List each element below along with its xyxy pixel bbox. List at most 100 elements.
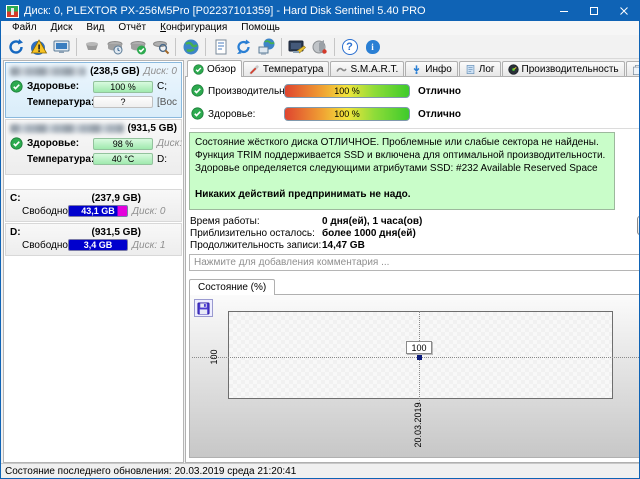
disk-number-label: Диск: 0 (144, 66, 177, 77)
menu-report[interactable]: Отчёт (111, 21, 153, 35)
display-settings-icon[interactable] (50, 36, 73, 58)
disk-self-test-icon[interactable] (126, 36, 149, 58)
health-label: Здоровье: (27, 138, 89, 149)
disk-letters: C; (157, 81, 167, 92)
performance-gauge-bar: 100 % (284, 84, 410, 98)
refresh-icon[interactable] (4, 36, 27, 58)
retest-button[interactable]: Повтор Теста (637, 216, 640, 235)
tab-smart[interactable]: S.M.A.R.T. (330, 61, 404, 76)
health-ok-icon (10, 137, 23, 150)
temperature-label: Температура: (27, 154, 89, 165)
partition-letter: D: (10, 227, 21, 238)
pages-icon (632, 64, 640, 75)
stat-value: более 1000 дня(ей) (322, 228, 416, 239)
online-icon[interactable] (179, 36, 202, 58)
menu-disk[interactable]: Диск (44, 21, 80, 35)
disk-capacity: (931,5 GB) (128, 123, 177, 134)
toolbar-separator (205, 38, 206, 56)
stat-label: Приблизительно осталось: (190, 228, 315, 239)
save-chart-button[interactable] (194, 299, 213, 317)
surface-test-icon[interactable] (149, 36, 172, 58)
sound-settings-icon[interactable] (308, 36, 331, 58)
smart-icon (336, 64, 347, 75)
gauge-icon (508, 64, 519, 75)
detect-disks-icon[interactable] (80, 36, 103, 58)
chart-tab-health[interactable]: Состояние (%) (189, 279, 275, 295)
screen-report-icon[interactable] (285, 36, 308, 58)
thermometer-icon (249, 64, 260, 75)
temperature-label: Температура: (27, 97, 89, 108)
toolbar-separator (76, 38, 77, 56)
maximize-button[interactable] (579, 1, 609, 21)
toolbar-separator (334, 38, 335, 56)
alerts-icon[interactable] (27, 36, 50, 58)
health-status: Отлично (418, 109, 461, 120)
data-point (417, 355, 422, 360)
about-icon[interactable]: i (361, 36, 384, 58)
free-label: Свободно (22, 206, 64, 217)
partition-item-d[interactable]: D: (931,5 GB) Свободно 3,4 GB Диск: 1 (5, 223, 182, 256)
status-message-box: Состояние жёсткого диска ОТЛИЧНОЕ. Пробл… (189, 132, 615, 210)
download-arrow-icon (411, 64, 422, 75)
minimize-button[interactable] (549, 1, 579, 21)
disk-number-label: Диск: 1 (132, 240, 165, 251)
tab-warnings[interactable]: Предупреждения (626, 61, 640, 76)
menu-file[interactable]: Файл (5, 21, 44, 35)
stat-value: 0 дня(ей), 1 часа(ов) (322, 216, 422, 227)
menu-view[interactable]: Вид (79, 21, 111, 35)
health-ok-icon (10, 80, 23, 93)
x-axis-tick: 20.03.2019 (413, 398, 425, 452)
disk-capacity: (238,5 GB) (90, 66, 139, 77)
disk-item-1[interactable]: (931,5 GB) Здоровье: 98 % Диск: 1 Темпер… (5, 119, 182, 175)
toolbar-separator (175, 38, 176, 56)
health-label: Здоровье: (27, 81, 89, 92)
health-bar: 98 % (93, 138, 153, 150)
tab-performance[interactable]: Производительность (502, 61, 625, 76)
tab-info[interactable]: Инфо (405, 61, 458, 76)
floppy-icon (197, 302, 210, 315)
comment-input[interactable] (189, 254, 640, 271)
tab-overview[interactable]: Обзор (187, 60, 242, 77)
disk-item-0[interactable]: (238,5 GB) Диск: 0 Здоровье: 100 % C; Те… (5, 62, 182, 118)
main-panel: Обзор Температура S.M.A.R.T. Инфо Лог (185, 60, 640, 463)
partition-capacity: (237,9 GB) (92, 193, 141, 204)
network-status-icon[interactable] (255, 36, 278, 58)
separator (190, 128, 640, 129)
help-icon[interactable]: ? (338, 36, 361, 58)
free-label: Свободно (22, 240, 64, 251)
message-line: Здоровье определяется следующими атрибут… (195, 162, 609, 175)
tab-bar: Обзор Температура S.M.A.R.T. Инфо Лог (185, 60, 640, 76)
check-icon (191, 84, 204, 97)
disk-number-label: Диск: 0 (132, 206, 165, 217)
scheduled-disk-test-icon[interactable] (103, 36, 126, 58)
disk-number-label: Диск: 1 (157, 138, 184, 149)
menu-configuration[interactable]: Конфигурация (153, 21, 234, 35)
tab-log[interactable]: Лог (459, 61, 501, 76)
disk-name-redacted (10, 124, 124, 133)
toolbar-separator (281, 38, 282, 56)
tab-temperature[interactable]: Температура (243, 61, 330, 76)
health-history-chart: 100 100 20.03.2019 (189, 294, 640, 458)
gridline-horizontal (192, 357, 640, 358)
partition-item-c[interactable]: C: (237,9 GB) Свободно 43,1 GB Диск: 0 (5, 189, 182, 222)
close-button[interactable] (609, 1, 639, 21)
document-icon (465, 64, 476, 75)
health-label: Здоровье: (208, 109, 286, 120)
stat-value: 14,47 GB (322, 240, 365, 251)
menu-help[interactable]: Помощь (234, 21, 287, 35)
temperature-bar: 40 °C (93, 153, 153, 165)
performance-label: Производительность: (208, 86, 286, 97)
partition-name-truncated: [Восстанови (157, 97, 177, 108)
free-space-bar: 43,1 GB (68, 205, 128, 217)
check-icon (193, 64, 204, 75)
app-icon (6, 5, 19, 18)
toolbar: ? i (1, 35, 639, 59)
partition-letter: C: (10, 193, 21, 204)
data-point-label: 100 (406, 341, 432, 354)
synchronize-icon[interactable] (232, 36, 255, 58)
stat-label: Продолжительность записи: (190, 240, 321, 251)
disk-letters: D: (157, 154, 167, 165)
y-axis-tick: 100 (209, 342, 219, 372)
report-icon[interactable] (209, 36, 232, 58)
disk-list-sidebar: (238,5 GB) Диск: 0 Здоровье: 100 % C; Те… (3, 60, 184, 463)
